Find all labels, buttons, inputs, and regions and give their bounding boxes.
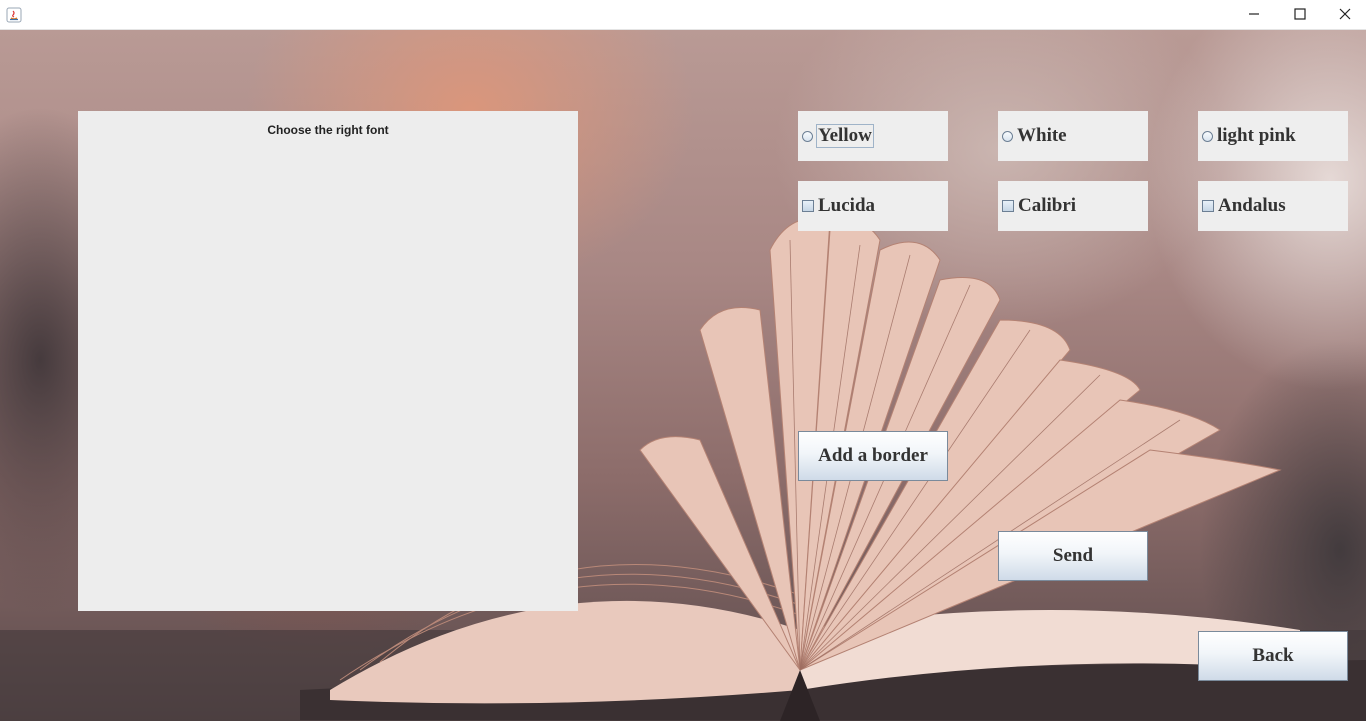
checkbox-icon[interactable] (802, 200, 814, 212)
maximize-button[interactable] (1277, 0, 1323, 29)
panel-title: Choose the right font (267, 123, 389, 137)
checkbox-label-andalus: Andalus (1218, 195, 1286, 216)
radio-button-icon[interactable] (1202, 130, 1213, 142)
close-button[interactable] (1322, 0, 1366, 29)
maximize-icon (1294, 5, 1306, 24)
checkbox-option-lucida[interactable]: Lucida (798, 181, 948, 231)
radio-option-yellow[interactable]: Yellow (798, 111, 948, 161)
checkbox-label-calibri: Calibri (1018, 195, 1077, 216)
java-icon (6, 7, 22, 23)
radio-label-light-pink: light pink (1217, 125, 1296, 146)
radio-option-white[interactable]: White (998, 111, 1148, 161)
title-bar (0, 0, 1366, 30)
send-button[interactable]: Send (998, 531, 1148, 581)
radio-label-yellow: Yellow (816, 124, 874, 148)
back-button[interactable]: Back (1198, 631, 1348, 681)
minimize-button[interactable] (1231, 0, 1277, 29)
checkbox-label-lucida: Lucida (818, 195, 876, 216)
checkbox-option-calibri[interactable]: Calibri (998, 181, 1148, 231)
minimize-icon (1248, 5, 1260, 24)
checkbox-icon[interactable] (1202, 200, 1214, 212)
add-border-button[interactable]: Add a border (798, 431, 948, 481)
close-icon (1339, 5, 1351, 24)
font-preview-panel: Choose the right font (78, 111, 578, 611)
checkbox-option-andalus[interactable]: Andalus (1198, 181, 1348, 231)
checkbox-icon[interactable] (1002, 200, 1014, 212)
app-window: Choose the right font Yellow White light… (0, 0, 1366, 721)
radio-button-icon[interactable] (1002, 130, 1013, 142)
radio-button-icon[interactable] (802, 130, 813, 142)
radio-label-white: White (1017, 125, 1067, 146)
content-area: Choose the right font Yellow White light… (0, 30, 1366, 721)
radio-option-light-pink[interactable]: light pink (1198, 111, 1348, 161)
